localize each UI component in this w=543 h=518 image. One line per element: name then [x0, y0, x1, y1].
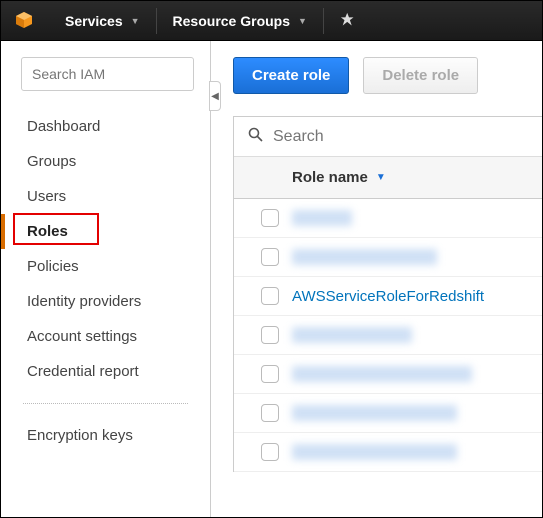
main-panel: Create role Delete role Role name ▼ AWSS… [211, 41, 542, 517]
table-row [234, 355, 542, 394]
row-checkbox[interactable] [261, 287, 279, 305]
role-name-cell [292, 444, 528, 460]
role-link[interactable]: AWSServiceRoleForRedshift [292, 288, 484, 305]
table-search-bar [234, 117, 542, 157]
table-row [234, 394, 542, 433]
row-checkbox[interactable] [261, 365, 279, 383]
content-area: Dashboard Groups Users Roles Policies Id… [1, 41, 542, 517]
row-checkbox-cell [248, 287, 292, 305]
table-header: Role name ▼ [234, 157, 542, 199]
sort-descending-icon: ▼ [376, 172, 386, 183]
nav-separator [323, 8, 324, 34]
row-checkbox[interactable] [261, 248, 279, 266]
role-name-cell [292, 249, 528, 265]
masked-role-name [292, 444, 457, 460]
sidebar-item-identity-providers[interactable]: Identity providers [1, 284, 210, 319]
row-checkbox[interactable] [261, 326, 279, 344]
masked-role-name [292, 249, 437, 265]
table-row [234, 316, 542, 355]
role-name-cell [292, 366, 528, 382]
chevron-down-icon: ▼ [131, 16, 140, 26]
row-checkbox-cell [248, 404, 292, 422]
row-checkbox[interactable] [261, 443, 279, 461]
table-row [234, 238, 542, 277]
table-row: AWSServiceRoleForRedshift [234, 277, 542, 316]
sidebar-item-dashboard[interactable]: Dashboard [1, 109, 210, 144]
table-search-input[interactable] [273, 128, 528, 146]
create-role-button[interactable]: Create role [233, 57, 349, 94]
nav-services-label: Services [65, 13, 123, 29]
role-name-cell [292, 327, 528, 343]
masked-role-name [292, 210, 352, 226]
sidebar-item-credential-report[interactable]: Credential report [1, 354, 210, 389]
role-name-cell: AWSServiceRoleForRedshift [292, 288, 528, 305]
pin-icon[interactable] [328, 12, 366, 29]
action-buttons: Create role Delete role [233, 57, 542, 94]
sidebar-divider [23, 403, 188, 404]
chevron-down-icon: ▼ [298, 16, 307, 26]
row-checkbox-cell [248, 326, 292, 344]
nav-separator [156, 8, 157, 34]
aws-logo-icon[interactable] [13, 10, 35, 32]
table-row [234, 433, 542, 472]
row-checkbox-cell [248, 248, 292, 266]
row-checkbox[interactable] [261, 404, 279, 422]
delete-role-button[interactable]: Delete role [363, 57, 478, 94]
search-input[interactable] [21, 57, 194, 91]
sidebar-item-roles[interactable]: Roles [1, 214, 210, 249]
row-checkbox[interactable] [261, 209, 279, 227]
sidebar-item-encryption-keys[interactable]: Encryption keys [1, 418, 210, 453]
sidebar-item-account-settings[interactable]: Account settings [1, 319, 210, 354]
sidebar-nav: Dashboard Groups Users Roles Policies Id… [1, 109, 210, 389]
search-icon [248, 127, 263, 146]
row-checkbox-cell [248, 443, 292, 461]
role-name-cell [292, 210, 528, 226]
nav-resource-groups-label: Resource Groups [173, 13, 290, 29]
table-row [234, 199, 542, 238]
masked-role-name [292, 327, 412, 343]
column-role-name-header[interactable]: Role name ▼ [292, 169, 528, 186]
sidebar-nav-secondary: Encryption keys [1, 418, 210, 453]
masked-role-name [292, 366, 472, 382]
role-name-cell [292, 405, 528, 421]
row-checkbox-cell [248, 365, 292, 383]
column-role-name-label: Role name [292, 169, 368, 186]
sidebar-item-policies[interactable]: Policies [1, 249, 210, 284]
roles-table: Role name ▼ AWSServiceRoleForRedshift [233, 116, 542, 472]
nav-resource-groups[interactable]: Resource Groups ▼ [161, 1, 319, 41]
sidebar: Dashboard Groups Users Roles Policies Id… [1, 41, 211, 517]
top-nav: Services ▼ Resource Groups ▼ [1, 1, 542, 41]
sidebar-item-users[interactable]: Users [1, 179, 210, 214]
nav-services[interactable]: Services ▼ [53, 1, 152, 41]
masked-role-name [292, 405, 457, 421]
row-checkbox-cell [248, 209, 292, 227]
sidebar-item-groups[interactable]: Groups [1, 144, 210, 179]
